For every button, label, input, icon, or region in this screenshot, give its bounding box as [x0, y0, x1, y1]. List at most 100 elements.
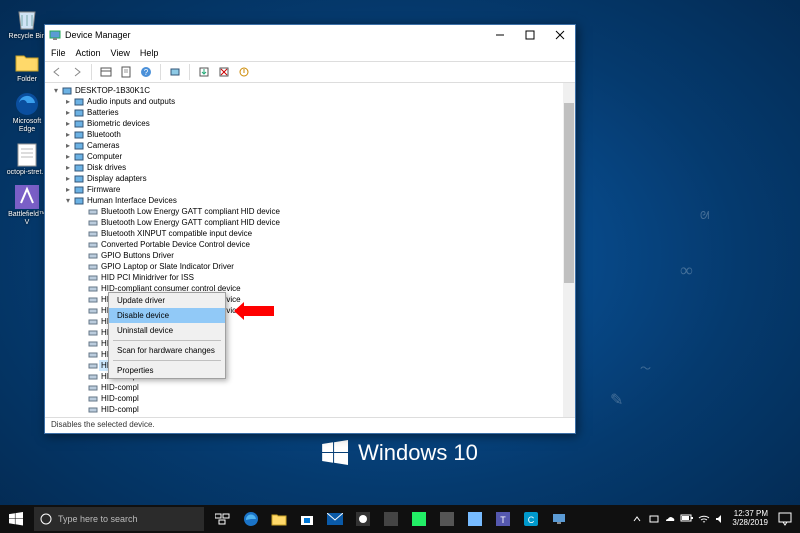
tree-device[interactable]: HID-compl [49, 382, 575, 393]
taskbar-edge[interactable] [238, 505, 264, 533]
tree-device[interactable]: HID PCI Minidriver for ISS [49, 272, 575, 283]
taskbar-teams[interactable]: T [490, 505, 516, 533]
taskbar-app4[interactable] [434, 505, 460, 533]
tree-category[interactable]: ▸Batteries [49, 107, 575, 118]
svg-text:?: ? [144, 68, 149, 77]
tray-chevron[interactable] [632, 514, 642, 524]
scrollbar[interactable] [563, 83, 575, 417]
windows-logo-icon [9, 512, 23, 526]
tray-onedrive-icon[interactable] [664, 513, 676, 525]
doodle: ～ [640, 360, 651, 376]
tree-category[interactable]: ▸Firmware [49, 184, 575, 195]
hid-device-icon [87, 328, 99, 338]
tray-wifi-icon[interactable] [698, 513, 710, 525]
taskbar: Type here to search T C 12:37 PM 3/28/20… [0, 505, 800, 533]
context-menu-item[interactable]: Disable device [109, 308, 225, 323]
menubar: File Action View Help [45, 45, 575, 61]
taskbar-chat[interactable]: C [518, 505, 544, 533]
search-box[interactable]: Type here to search [34, 507, 204, 531]
tree-category[interactable]: ▸Disk drives [49, 162, 575, 173]
tree-device[interactable]: Bluetooth XINPUT compatible input device [49, 228, 575, 239]
red-arrow-annotation [234, 302, 274, 320]
doodle: ᘛ [700, 210, 709, 223]
desktop-icons: Recycle Bin Folder Microsoft Edge octopi… [6, 6, 48, 227]
titlebar[interactable]: Device Manager [45, 25, 575, 45]
menu-separator [113, 360, 221, 361]
tree-category[interactable]: ▸Cameras [49, 140, 575, 151]
help-button[interactable]: ? [138, 64, 154, 80]
menu-view[interactable]: View [111, 48, 130, 58]
taskbar-devmgr[interactable] [546, 505, 572, 533]
recycle-bin-icon [14, 6, 40, 32]
system-tray: 12:37 PM 3/28/2019 [632, 505, 800, 533]
tree-category[interactable]: ▸Audio inputs and outputs [49, 96, 575, 107]
disk-icon [73, 163, 85, 173]
action-center-button[interactable] [774, 505, 796, 533]
cortana-icon [40, 513, 52, 525]
scan-button[interactable] [167, 64, 183, 80]
display-icon [73, 174, 85, 184]
maximize-button[interactable] [515, 25, 545, 45]
uninstall-button[interactable] [216, 64, 232, 80]
hid-icon [73, 196, 85, 206]
hid-device-icon [87, 218, 99, 228]
desktop-icon-recycle-bin[interactable]: Recycle Bin [6, 6, 48, 41]
tree-device[interactable]: GPIO Buttons Driver [49, 250, 575, 261]
taskbar-app5[interactable] [462, 505, 488, 533]
tree-category[interactable]: ▸Bluetooth [49, 129, 575, 140]
tree-device[interactable]: Bluetooth Low Energy GATT compliant HID … [49, 217, 575, 228]
minimize-button[interactable] [485, 25, 515, 45]
tree-root[interactable]: ▾DESKTOP-1B30K1C [49, 85, 575, 96]
taskbar-store[interactable] [294, 505, 320, 533]
computer-icon [61, 86, 73, 96]
tree-category[interactable]: ▸Computer [49, 151, 575, 162]
hid-device-icon [87, 273, 99, 283]
hid-device-icon [87, 284, 99, 294]
doodle: ✎ [610, 390, 623, 410]
menu-help[interactable]: Help [140, 48, 159, 58]
clock[interactable]: 12:37 PM 3/28/2019 [732, 510, 768, 528]
back-button[interactable] [49, 64, 65, 80]
window-title: Device Manager [65, 30, 485, 40]
context-menu-item[interactable]: Properties [109, 363, 225, 378]
desktop-icon-folder[interactable]: Folder [6, 49, 48, 84]
context-menu-item[interactable]: Scan for hardware changes [109, 343, 225, 358]
tray-battery-icon[interactable] [680, 513, 694, 525]
context-menu-item[interactable]: Uninstall device [109, 323, 225, 338]
update-driver-button[interactable] [196, 64, 212, 80]
tree-device[interactable]: Converted Portable Device Control device [49, 239, 575, 250]
menu-action[interactable]: Action [76, 48, 101, 58]
menu-file[interactable]: File [51, 48, 66, 58]
disable-button[interactable] [236, 64, 252, 80]
scrollbar-thumb[interactable] [564, 103, 574, 283]
desktop-icon-octopi[interactable]: octopi-stret... [6, 142, 48, 177]
start-button[interactable] [0, 505, 32, 533]
tray-volume-icon[interactable] [714, 513, 726, 525]
tree-category[interactable]: ▸Display adapters [49, 173, 575, 184]
tree-device[interactable]: HID-compl [49, 393, 575, 404]
show-hidden-button[interactable] [98, 64, 114, 80]
desktop-icon-label: Microsoft Edge [6, 118, 48, 133]
close-button[interactable] [545, 25, 575, 45]
forward-button[interactable] [69, 64, 85, 80]
taskbar-app1[interactable] [350, 505, 376, 533]
desktop-icon-battlefield[interactable]: Battlefield™ V [6, 184, 48, 226]
taskbar-explorer[interactable] [266, 505, 292, 533]
tree-device[interactable]: GPIO Laptop or Slate Indicator Driver [49, 261, 575, 272]
tree-device[interactable]: HID-compl [49, 404, 575, 415]
tree-category[interactable]: ▾Human Interface Devices [49, 195, 575, 206]
hid-device-icon [87, 207, 99, 217]
taskbar-mail[interactable] [322, 505, 348, 533]
taskbar-app3[interactable] [406, 505, 432, 533]
date: 3/28/2019 [732, 519, 768, 528]
tree-device[interactable]: HID-compl [49, 415, 575, 417]
tray-icon[interactable] [648, 513, 660, 525]
taskbar-app2[interactable] [378, 505, 404, 533]
hid-device-icon [87, 383, 99, 393]
desktop-icon-edge[interactable]: Microsoft Edge [6, 91, 48, 133]
task-view-button[interactable] [210, 505, 236, 533]
tree-device[interactable]: Bluetooth Low Energy GATT compliant HID … [49, 206, 575, 217]
context-menu-item[interactable]: Update driver [109, 293, 225, 308]
tree-category[interactable]: ▸Biometric devices [49, 118, 575, 129]
properties-button[interactable] [118, 64, 134, 80]
